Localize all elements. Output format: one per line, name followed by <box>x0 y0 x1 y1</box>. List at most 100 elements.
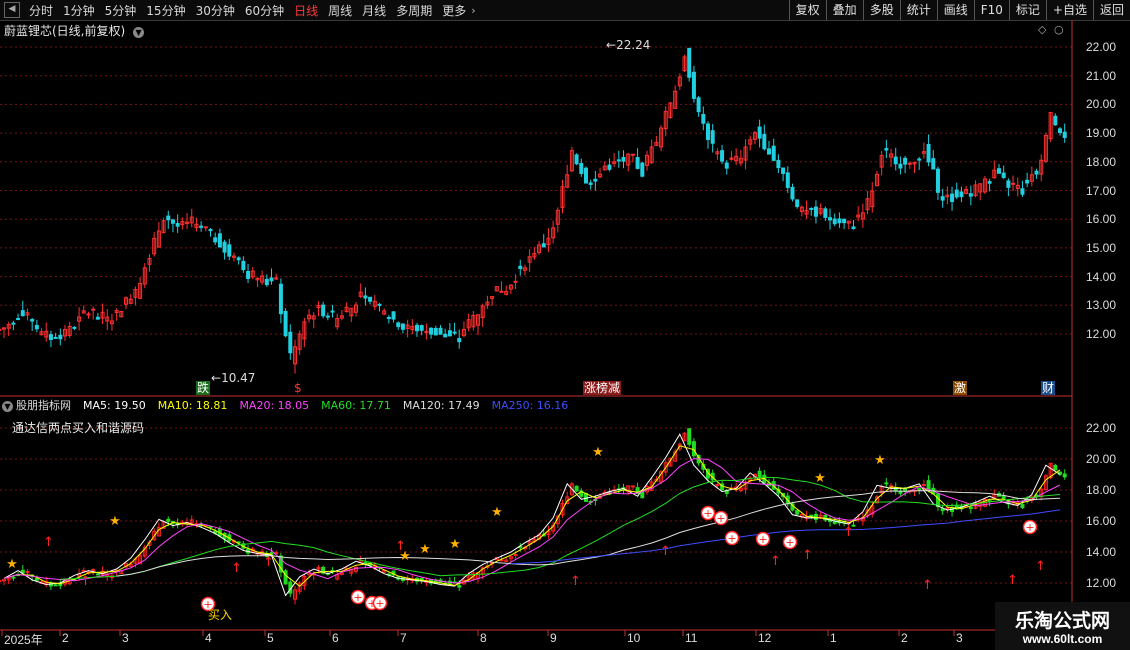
candle-body <box>987 181 992 184</box>
candle-body <box>222 241 227 253</box>
candle-body <box>785 172 790 188</box>
candle-body <box>926 143 931 163</box>
candle-body <box>884 482 889 485</box>
candle-body <box>1020 504 1025 508</box>
candle-body <box>11 576 16 579</box>
candle-body <box>95 573 100 576</box>
candle-body <box>950 193 955 203</box>
candle-body <box>447 330 452 337</box>
candle-body <box>91 569 96 572</box>
candle-body <box>767 148 772 155</box>
y-tick-main-1: 21.00 <box>1086 68 1117 83</box>
candle-body <box>53 584 58 587</box>
candle-body <box>199 225 204 228</box>
event-tag-1[interactable]: $ <box>293 381 303 395</box>
candle-body <box>1053 464 1058 471</box>
candle-body <box>86 313 91 316</box>
y-tick-main-6: 16.00 <box>1086 212 1117 227</box>
candle-body <box>363 295 368 299</box>
buy-signal-plus: + <box>375 597 384 610</box>
candle-body <box>368 296 373 302</box>
candle-body <box>95 316 100 320</box>
event-tag-0[interactable]: 跌 <box>196 381 211 395</box>
candle-body <box>321 304 326 317</box>
candle-body <box>968 193 973 197</box>
watermark-url: www.60lt.com <box>1022 632 1103 646</box>
candle-body <box>724 162 729 169</box>
candle-body <box>363 561 368 565</box>
candles-indicator <box>0 428 1067 605</box>
y-tick-main-0: 22.00 <box>1086 40 1117 54</box>
y-tick-indicator-0: 22.00 <box>1086 421 1117 435</box>
candle-body <box>583 492 588 502</box>
candle-body <box>720 150 725 162</box>
candle-body <box>687 428 692 445</box>
y-tick-indicator-4: 14.00 <box>1086 545 1117 559</box>
candle-body <box>907 162 912 165</box>
candle-body <box>283 570 288 585</box>
buy-label: 买入 <box>208 608 233 622</box>
red-arrow-icon: ↑ <box>80 574 91 589</box>
candle-body <box>208 229 213 232</box>
candle-body <box>0 579 2 582</box>
candle-body <box>926 480 931 491</box>
red-arrow-icon: ↑ <box>1007 573 1018 588</box>
candle-body <box>696 97 701 113</box>
candle-body <box>288 331 293 354</box>
candle-body <box>1062 473 1067 478</box>
candle-body <box>213 237 218 243</box>
star-signal-icon: ★ <box>814 471 826 486</box>
x-tick-10: 11 <box>685 631 698 645</box>
candle-body <box>828 217 833 221</box>
candle-body <box>710 130 715 144</box>
candle-body <box>513 554 518 557</box>
candle-body <box>20 310 25 317</box>
x-tick-6: 7 <box>400 631 407 645</box>
candle-body <box>809 207 814 210</box>
buy-signal-plus: + <box>703 507 712 520</box>
candle-body <box>429 327 434 335</box>
candle-body <box>621 156 626 162</box>
candle-body <box>762 133 767 150</box>
event-tag-4[interactable]: 财 <box>1041 381 1056 395</box>
candle-body <box>687 47 692 78</box>
red-arrow-icon: ↑ <box>43 535 54 550</box>
candle-body <box>959 191 964 198</box>
candle-body <box>166 215 171 221</box>
candle-body <box>518 265 523 270</box>
candle-body <box>593 178 598 182</box>
y-tick-main-7: 15.00 <box>1086 240 1117 255</box>
candle-body <box>771 145 776 161</box>
candle-body <box>246 270 251 279</box>
x-tick-11: 12 <box>758 631 772 645</box>
candle-body <box>757 126 762 139</box>
candle-body <box>940 196 945 201</box>
red-arrow-icon: ↑ <box>802 548 813 563</box>
watermark-title: 乐淘公式网 <box>1014 610 1110 632</box>
y-tick-main-8: 14.00 <box>1086 269 1117 284</box>
event-tag-2[interactable]: 涨榜减 <box>583 381 622 395</box>
star-signal-icon: ★ <box>449 537 461 552</box>
candle-body <box>921 484 926 487</box>
low-price-value: 10.47 <box>221 371 256 385</box>
kline-chart[interactable]: ↑↑↑ ↑↑↑↑↑ ↑↑↑ ↑↑++ +++ ++ + ++★★★ ★ ★★★★★ <box>0 0 1130 650</box>
candle-body <box>701 113 706 124</box>
y-tick-indicator-5: 12.00 <box>1086 576 1117 590</box>
candle-body <box>996 168 1001 174</box>
candle-body <box>809 514 814 517</box>
candle-body <box>278 283 283 315</box>
candle-body <box>607 164 612 170</box>
candle-body <box>640 162 645 177</box>
candle-body <box>954 189 959 198</box>
candle-body <box>217 233 222 248</box>
candle-body <box>443 333 448 338</box>
y-tick-indicator-3: 16.00 <box>1086 514 1117 528</box>
candle-body <box>616 159 621 162</box>
candle-body <box>264 278 269 286</box>
candle-body <box>58 334 63 340</box>
candles-main <box>0 47 1067 374</box>
event-tag-3[interactable]: 激 <box>953 381 968 395</box>
candle-body <box>1034 170 1039 175</box>
candle-body <box>170 219 175 224</box>
watermark: 乐淘公式网 www.60lt.com <box>995 602 1130 650</box>
